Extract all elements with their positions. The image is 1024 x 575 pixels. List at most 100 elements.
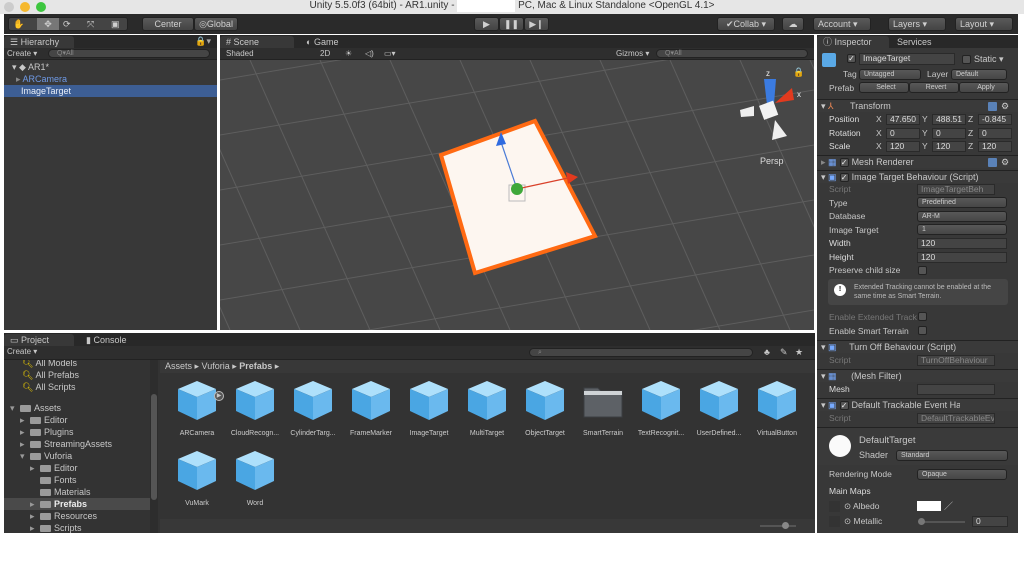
image-target-dropdown[interactable]: 1: [917, 224, 1007, 235]
shading-mode-dropdown[interactable]: Shaded: [226, 48, 254, 59]
scale-x-input[interactable]: 120: [886, 141, 920, 152]
metallic-texture-slot[interactable]: [829, 516, 840, 527]
tab-console[interactable]: ▮ Console: [80, 334, 126, 346]
active-checkbox[interactable]: ✓: [847, 54, 856, 63]
effects-toggle-icon[interactable]: ▭▾: [384, 48, 396, 59]
tab-services[interactable]: Services: [891, 36, 932, 48]
shader-dropdown[interactable]: Standard: [896, 450, 1008, 461]
filter-by-type-icon[interactable]: ♣: [764, 347, 770, 357]
image-target-plane[interactable]: [438, 118, 598, 276]
position-x-input[interactable]: 47.650: [886, 114, 920, 125]
asset-item[interactable]: ObjectTarget: [516, 378, 574, 437]
turn-off-behaviour-header[interactable]: ▾ ▣ Turn Off Behaviour (Script): [817, 340, 1018, 353]
mesh-renderer-header[interactable]: ▸ ▦ ✓ Mesh Renderer ⚙: [817, 155, 1018, 168]
asset-item[interactable]: UserDefined...: [690, 378, 748, 437]
asset-item[interactable]: CloudRecogn...: [226, 378, 284, 437]
folder-item[interactable]: ▸ Prefabs: [4, 498, 150, 510]
gizmos-dropdown[interactable]: Gizmos ▾: [616, 48, 649, 59]
account-dropdown[interactable]: Account ▾: [813, 17, 871, 31]
dteh-script-field[interactable]: DefaultTrackableEventHandler: [917, 413, 995, 424]
rotate-tool-icon[interactable]: ⟳: [63, 18, 71, 30]
position-y-input[interactable]: 488.51: [932, 114, 966, 125]
type-dropdown[interactable]: Predefined: [917, 197, 1007, 208]
hierarchy-search-input[interactable]: Q▾All: [48, 49, 210, 58]
maximize-window-button[interactable]: [36, 2, 46, 12]
breadcrumb-prefabs[interactable]: Prefabs: [239, 361, 272, 371]
move-tool-icon[interactable]: ✥: [37, 18, 59, 30]
rotation-y-input[interactable]: 0: [932, 127, 966, 139]
icon-size-slider[interactable]: [760, 522, 796, 529]
folder-item[interactable]: ▾ Assets: [4, 402, 150, 414]
width-input[interactable]: 120: [917, 238, 1007, 249]
folder-item[interactable]: ▸ Editor: [4, 414, 150, 426]
rect-tool-icon[interactable]: ▣: [111, 18, 120, 30]
smart-terrain-checkbox[interactable]: [918, 326, 927, 335]
asset-item[interactable]: VuMark: [168, 448, 226, 507]
scale-tool-icon[interactable]: ⤧: [87, 18, 94, 30]
scene-search-input[interactable]: Q▾All: [656, 49, 808, 58]
pivot-center-button[interactable]: Center: [142, 17, 194, 31]
favorite-item[interactable]: 🔍︎ All Prefabs: [22, 369, 79, 381]
static-checkbox[interactable]: [962, 55, 971, 64]
scene-root-item[interactable]: ▾ ◆ AR1*: [4, 61, 217, 73]
itb-script-field[interactable]: ImageTargetBeh: [917, 184, 995, 195]
tab-game[interactable]: ◐ Game: [300, 36, 338, 48]
preserve-child-size-checkbox[interactable]: [918, 266, 927, 275]
rotation-z-input[interactable]: 0: [978, 127, 1012, 139]
asset-item[interactable]: TextRecognit...: [632, 378, 690, 437]
turn-off-script-field[interactable]: TurnOffBehaviour: [917, 355, 995, 366]
folder-item[interactable]: ▸ Scripts: [4, 522, 150, 533]
project-search-input[interactable]: ⌕: [529, 348, 753, 357]
dteh-checkbox[interactable]: ✓: [839, 401, 849, 410]
favorite-item[interactable]: 🔍︎ All Scripts: [22, 381, 75, 393]
cloud-button[interactable]: ☁: [782, 17, 804, 31]
tab-hierarchy[interactable]: ☰ Hierarchy: [4, 36, 74, 48]
height-input[interactable]: 120: [917, 252, 1007, 263]
tab-scene[interactable]: # Scene: [220, 36, 294, 48]
lock-icon[interactable]: 🔒▾: [195, 36, 211, 47]
folder-item[interactable]: ▸ Editor: [4, 462, 150, 474]
breadcrumb-assets[interactable]: Assets: [165, 361, 192, 371]
prefab-apply-button[interactable]: Apply: [959, 82, 1009, 93]
prefab-revert-button[interactable]: Revert: [909, 82, 959, 93]
mesh-renderer-checkbox[interactable]: ✓: [839, 158, 849, 167]
orientation-gizmo[interactable]: z x Persp: [740, 69, 801, 166]
rotation-x-input[interactable]: 0: [886, 127, 920, 139]
mesh-filter-header[interactable]: ▾ ▦ (Mesh Filter): [817, 369, 1018, 382]
mesh-field[interactable]: [917, 384, 995, 395]
extended-tracking-checkbox[interactable]: [918, 312, 927, 321]
close-window-button[interactable]: [4, 2, 14, 12]
image-target-behaviour-header[interactable]: ▾ ▣ ✓ Image Target Behaviour (Script): [817, 170, 1018, 183]
material-header[interactable]: DefaultTarget Shader Standard: [817, 427, 1018, 465]
asset-item[interactable]: Word: [226, 448, 284, 507]
folder-item[interactable]: Materials: [4, 486, 150, 498]
asset-item[interactable]: FrameMarker: [342, 378, 400, 437]
x-axis-arrow[interactable]: [566, 172, 578, 184]
folder-item[interactable]: Fonts: [4, 474, 150, 486]
filter-by-label-icon[interactable]: ✎: [780, 347, 788, 358]
project-create-button[interactable]: Create ▾: [7, 346, 37, 358]
minimize-window-button[interactable]: [20, 2, 30, 12]
play-button[interactable]: ▶: [474, 17, 499, 31]
hierarchy-item-imagetarget[interactable]: ImageTarget: [4, 85, 217, 97]
asset-item[interactable]: MultiTarget: [458, 378, 516, 437]
2d-toggle[interactable]: 2D: [320, 48, 330, 59]
tab-project[interactable]: ▭ Project: [4, 334, 74, 346]
folder-item[interactable]: ▸ Plugins: [4, 426, 150, 438]
hand-tool-icon[interactable]: ✋: [13, 18, 24, 30]
folder-item[interactable]: ▾ Vuforia: [4, 450, 150, 462]
folder-item[interactable]: ▸ StreamingAssets: [4, 438, 150, 450]
folder-tree-scrollbar[interactable]: [150, 360, 158, 533]
scale-y-input[interactable]: 120: [932, 141, 966, 152]
hierarchy-create-button[interactable]: Create ▾: [7, 48, 37, 59]
asset-item[interactable]: SmartTerrain: [574, 378, 632, 437]
itb-checkbox[interactable]: ✓: [839, 173, 849, 182]
albedo-color-swatch[interactable]: [917, 501, 941, 511]
folder-item[interactable]: ▸ Resources: [4, 510, 150, 522]
database-dropdown[interactable]: AR-M: [917, 211, 1007, 222]
pivot-global-button[interactable]: ◎Global: [194, 17, 238, 31]
pause-button[interactable]: ❚❚: [499, 17, 524, 31]
step-button[interactable]: ▶❙: [524, 17, 549, 31]
breadcrumb-vuforia[interactable]: Vuforia: [202, 361, 230, 371]
tag-dropdown[interactable]: Untagged: [859, 69, 921, 80]
